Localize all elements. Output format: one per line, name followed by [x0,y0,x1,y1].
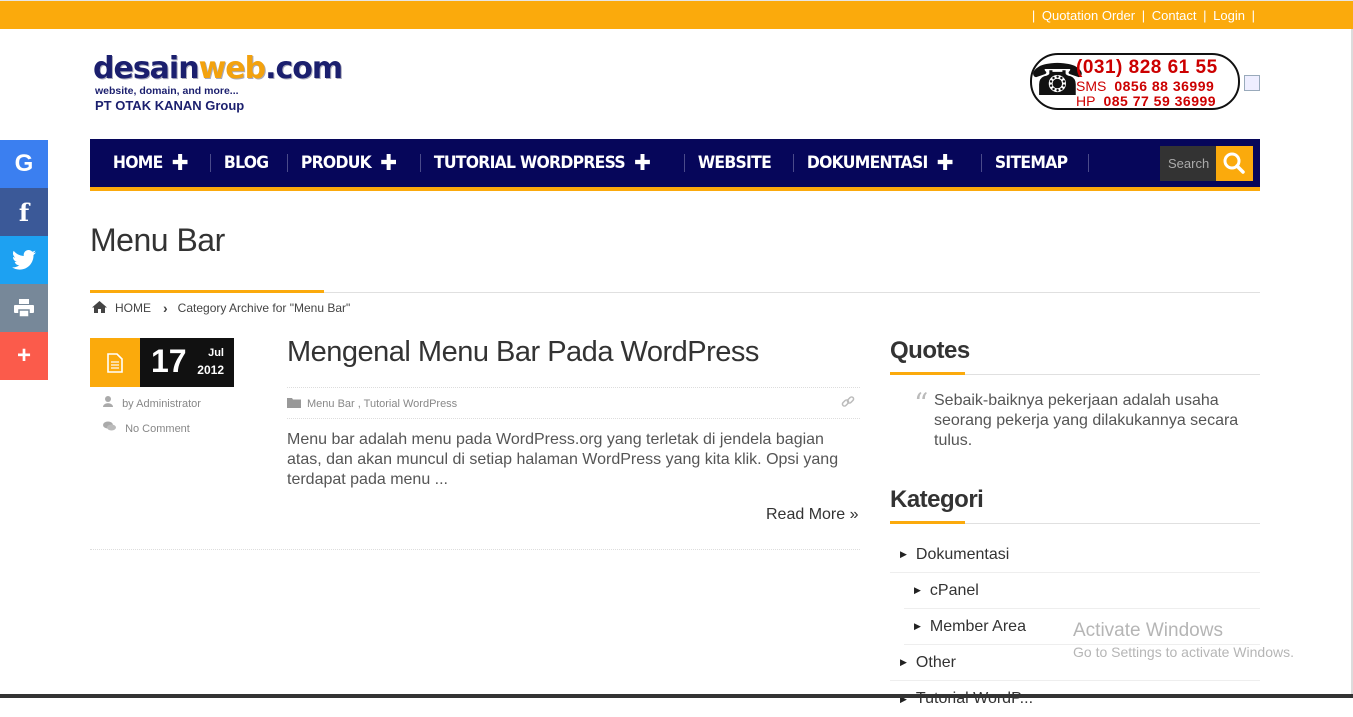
folder-icon [287,396,301,411]
logo-wordmark: desainweb.com [93,51,343,86]
nav-item-dokumentasi[interactable]: DOKUMENTASI ✚ [794,139,966,187]
post-categories-bar: Menu Bar , Tutorial WordPress [287,387,860,419]
plus-icon: ✚ [936,150,954,176]
windows-activation-title: Activate Windows [1073,620,1223,641]
category-item-tutorial-wordpress[interactable]: ▶ Tutorial WordP... [890,681,1260,717]
post-excerpt: Menu bar adalah menu pada WordPress.org … [287,431,839,488]
caret-right-icon: ▶ [914,621,921,631]
category-item-dokumentasi[interactable]: ▶ Dokumentasi [890,537,1260,573]
post-day: 17 [151,343,187,379]
top-separator: | [1203,8,1207,23]
quotation-order-link[interactable]: Quotation Order [1042,8,1135,23]
user-icon [103,396,116,410]
top-bar: | Quotation Order | Contact | Login | [0,0,1353,29]
printer-icon [14,299,34,317]
nav-item-home[interactable]: HOME ✚ [100,139,201,187]
caret-right-icon: ▶ [900,549,907,559]
breadcrumb: HOME › Category Archive for "Menu Bar" [92,300,350,316]
post-categories[interactable]: Menu Bar , Tutorial WordPress [307,398,457,410]
nav-item-website[interactable]: WEBSITE [685,139,784,187]
top-links: | Quotation Order | Contact | Login | [1029,8,1258,23]
post-date-value: 17 Jul 2012 [140,338,234,387]
logo-group-name: PT OTAK KANAN Group [95,98,245,113]
phone-hp: HP 085 77 59 36999 [1076,93,1217,109]
facebook-icon: f [18,197,30,227]
site-logo[interactable]: desainweb.com website, domain, and more.… [93,52,343,114]
post-month: Jul [208,347,224,359]
post-divider [90,549,860,550]
top-separator: | [1251,8,1255,23]
facebook-share-button[interactable]: f [0,188,48,236]
read-more-link[interactable]: Read More » [766,506,859,524]
top-separator: | [1031,8,1036,23]
author-link[interactable]: by Administrator [122,398,201,410]
title-accent-bar [90,290,324,293]
page-title: Menu Bar [90,222,225,258]
nav-item-blog[interactable]: BLOG [211,139,281,187]
kategori-widget-title: Kategori [890,486,984,513]
phone-banner: ☎ (031) 828 61 55 SMS 0856 88 36999 HP 085… [1030,53,1240,110]
search-input[interactable]: Search [1160,146,1216,181]
post-author: by Administrator [103,396,201,410]
twitter-share-button[interactable] [0,236,48,284]
document-icon [90,338,140,387]
twitter-icon [12,250,36,270]
quote-icon: “ [914,387,929,420]
nav-item-tutorial-wordpress[interactable]: TUTORIAL WORDPRESS ✚ [421,139,663,187]
google-share-button[interactable]: G [0,140,48,188]
main-navbar: HOME ✚ BLOG PRODUK ✚ TUTORIAL WORDPRESS ✚ W… [90,139,1260,191]
phone-sms: SMS 0856 88 36999 [1076,78,1215,94]
post-year: 2012 [197,363,224,377]
top-separator: | [1141,8,1146,23]
post-title[interactable]: Mengenal Menu Bar Pada WordPress [287,336,759,369]
caret-right-icon: ▶ [900,657,907,667]
plus-icon: ✚ [380,150,397,176]
link-icon[interactable] [841,395,855,412]
contact-link[interactable]: Contact [1152,8,1197,23]
breadcrumb-current: Category Archive for "Menu Bar" [177,301,351,315]
quote-text: Sebaik-baiknya pekerjaan adalah usaha se… [934,392,1239,449]
login-link[interactable]: Login [1213,8,1245,23]
google-icon: G [14,150,34,177]
quotes-widget-title: Quotes [890,337,970,364]
breadcrumb-home[interactable]: HOME [115,301,151,315]
print-button[interactable] [0,284,48,332]
main-menu: HOME ✚ BLOG PRODUK ✚ TUTORIAL WORDPRESS ✚ W… [100,139,1090,187]
nav-item-sitemap[interactable]: SITEMAP [982,139,1080,187]
widget-accent-bar [890,521,965,524]
nav-item-produk[interactable]: PRODUK ✚ [288,139,409,187]
share-sidebar: G f + [0,140,48,380]
search-icon [1223,152,1245,174]
nav-divider [1088,154,1090,172]
phone-office: (031) 828 61 55 [1076,57,1218,78]
category-item-cpanel[interactable]: ▶ cPanel [904,573,1260,609]
comments-link[interactable]: No Comment [125,423,190,435]
plus-icon: ✚ [171,150,189,176]
taskbar-edge [0,694,1353,698]
plus-icon: + [16,342,31,369]
plus-icon: ✚ [634,150,651,176]
search-button[interactable] [1216,146,1253,181]
logo-tagline: website, domain, and more... [95,85,239,97]
windows-activation-subtitle: Go to Settings to activate Windows. [1073,644,1294,660]
widget-accent-bar [890,372,965,375]
telephone-icon: ☎ [1030,56,1085,105]
post-date: 17 Jul 2012 [90,338,234,387]
broken-image-icon [1244,75,1260,91]
more-share-button[interactable]: + [0,332,48,380]
chevron-right-icon: › [163,300,168,316]
caret-right-icon: ▶ [914,585,921,595]
home-icon [92,300,107,316]
comments-icon [103,421,119,435]
post-comments: No Comment [103,421,190,435]
